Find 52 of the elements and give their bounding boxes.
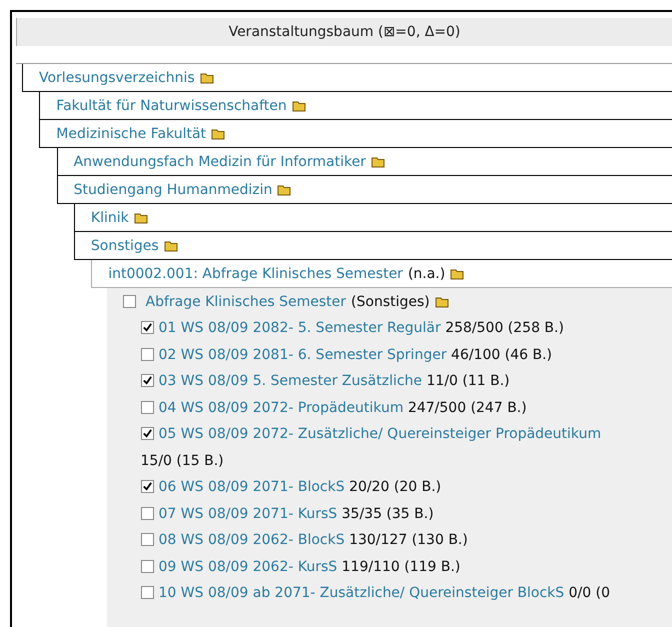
seat-count: 46/100 (46 B.) (451, 346, 552, 362)
checkbox[interactable] (140, 586, 154, 599)
course-link[interactable]: 02 WS 08/09 2081- 6. Semester Springer (158, 346, 447, 362)
seat-count: 35/35 (35 B.) (342, 506, 434, 522)
seat-count: 0/0 (0 (568, 585, 610, 601)
folder-icon (211, 128, 226, 140)
checkbox[interactable] (140, 480, 154, 493)
folder-icon (277, 184, 292, 196)
course-link[interactable]: 06 WS 08/09 2071- BlockS (158, 479, 345, 495)
checkbox[interactable] (140, 560, 154, 572)
tree-link[interactable]: Fakultät für Naturwissenschaften (56, 98, 287, 114)
course-link[interactable]: 10 WS 08/09 ab 2071- Zusätzliche/ Quereinsteiger BlockS (158, 585, 564, 601)
tree-link[interactable]: Studiengang Humanmedizin (74, 182, 272, 198)
checkbox[interactable] (140, 533, 154, 546)
checkbox[interactable] (140, 321, 154, 334)
folder-icon (200, 72, 214, 84)
tree-link[interactable]: Klinik (90, 210, 129, 226)
seat-count: 119/110 (119 B.) (342, 558, 460, 574)
course-link[interactable]: 05 WS 08/09 2072- Zusätzliche/ Quereinsteiger Propädeutikum (158, 426, 602, 442)
tree-link[interactable]: Anwendungsfach Medizin für Informatiker (74, 154, 366, 170)
folder-icon (134, 212, 148, 224)
node-note: (n.a.) (408, 266, 446, 282)
course-link[interactable]: 03 WS 08/09 5. Semester Zusätzliche (158, 373, 422, 389)
course-link[interactable]: 01 WS 08/09 2082- 5. Semester Regulär (158, 320, 441, 336)
panel-title: Veranstaltungsbaum (⊠=0, Δ=0) (228, 24, 460, 40)
seat-count: 15/0 (15 B.) (140, 452, 224, 468)
seat-count: 247/500 (247 B.) (408, 400, 527, 416)
seat-count: 258/500 (258 B.) (445, 320, 564, 336)
seat-count: 11/0 (11 B.) (426, 373, 510, 389)
folder-icon (434, 296, 449, 308)
checkbox[interactable] (140, 348, 154, 360)
course-link[interactable]: 09 WS 08/09 2062- KursS (158, 558, 338, 574)
folder-icon (164, 240, 178, 252)
seat-count: 130/127 (130 B.) (349, 532, 468, 548)
checkbox[interactable] (140, 506, 154, 520)
checkbox[interactable] (140, 374, 154, 387)
folder-icon (292, 100, 306, 112)
folder-icon (450, 268, 464, 280)
course-link[interactable]: 08 WS 08/09 2062- BlockS (158, 532, 345, 548)
tree-link[interactable]: Medizinische Fakultät (56, 126, 206, 142)
course-link[interactable]: 07 WS 08/09 2071- KursS (158, 506, 338, 522)
tree-link[interactable]: Abfrage Klinisches Semester (146, 294, 346, 310)
node-note: (Sonstiges) (351, 294, 430, 310)
course-link[interactable]: 04 WS 08/09 2072- Propädeutikum (158, 400, 404, 416)
tree-link[interactable]: int0002.001: Abfrage Klinisches Semester (108, 266, 403, 282)
tree-link[interactable]: Sonstiges (90, 238, 159, 254)
checkbox[interactable] (140, 427, 154, 440)
checkbox[interactable] (122, 295, 136, 308)
tree-link[interactable]: Vorlesungsverzeichnis (39, 70, 195, 86)
checkbox[interactable] (140, 400, 154, 414)
folder-icon (370, 156, 385, 168)
seat-count: 20/20 (20 B.) (349, 479, 442, 495)
